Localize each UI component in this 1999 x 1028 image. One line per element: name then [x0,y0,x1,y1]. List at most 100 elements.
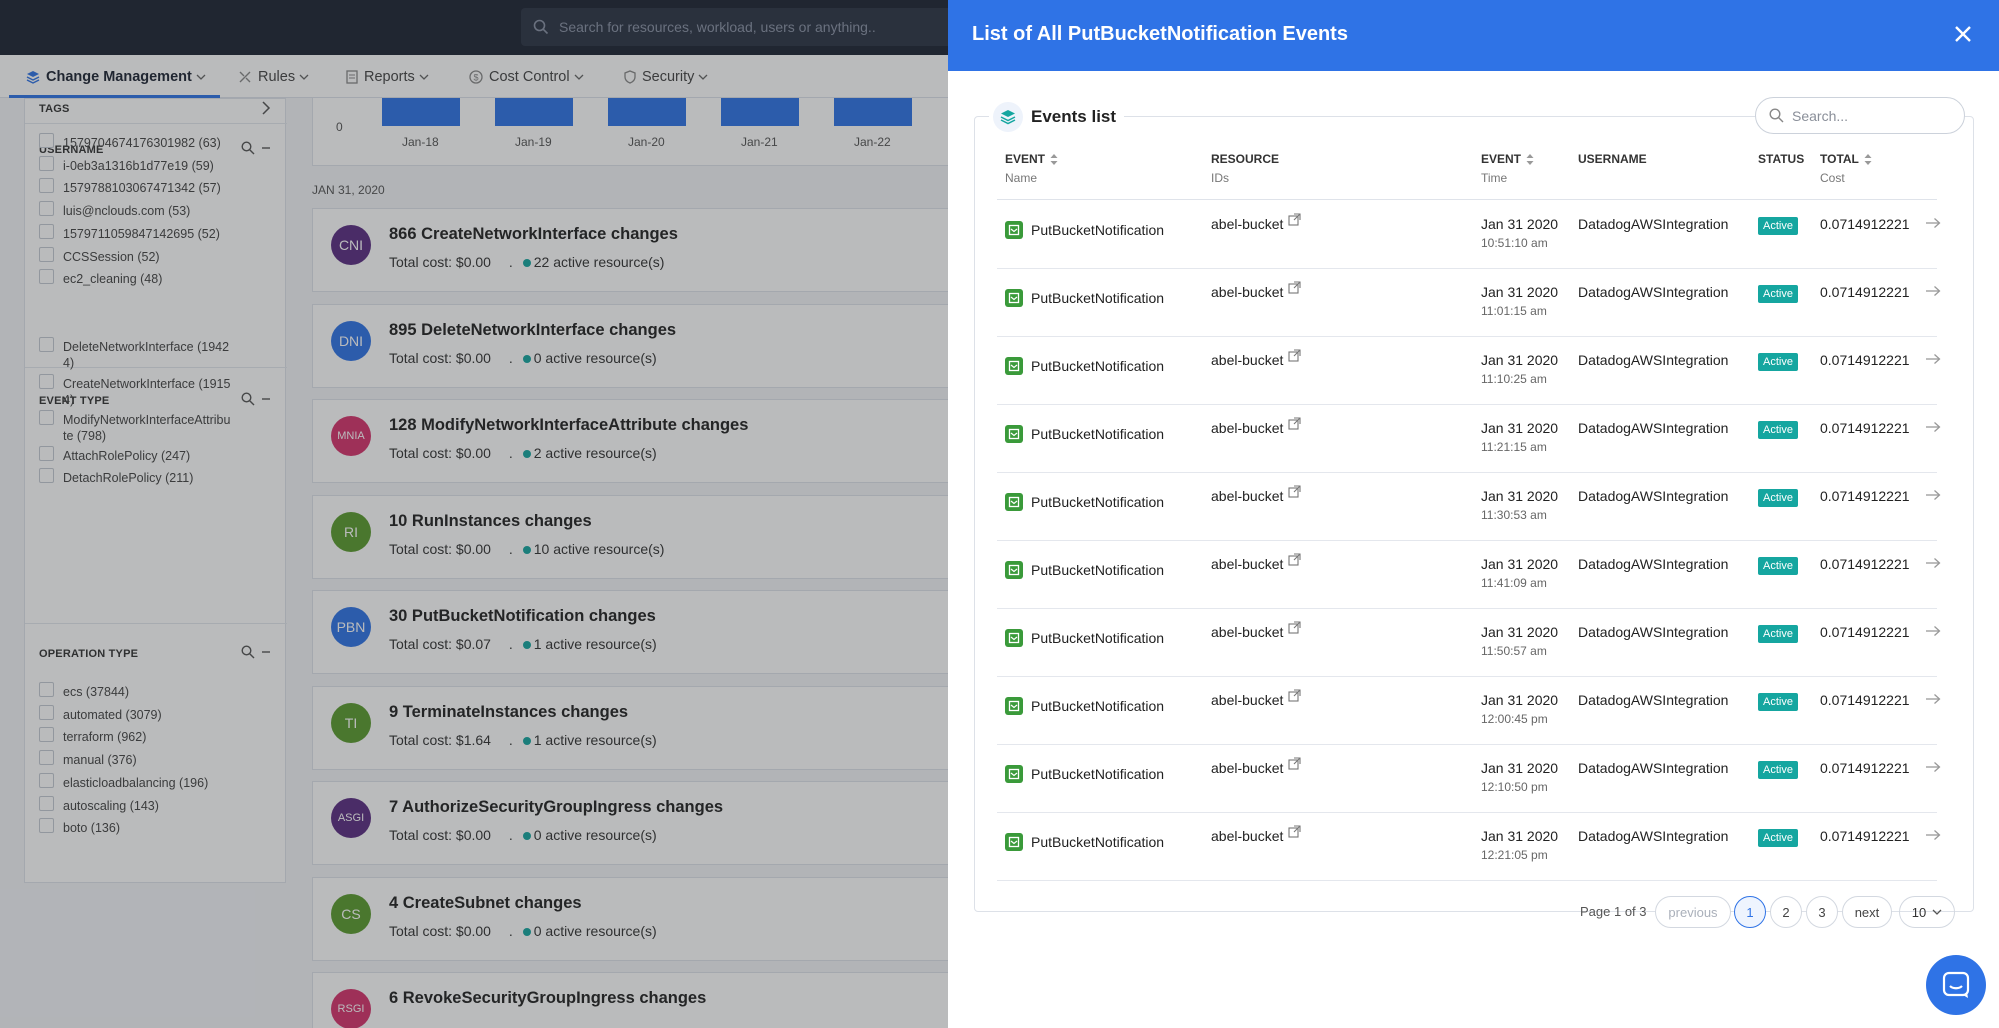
username-cell: DatadogAWSIntegration [1578,556,1729,572]
resource-id: abel-bucket [1211,216,1284,232]
sort-icon[interactable] [1526,153,1534,165]
status-badge: Active [1758,353,1798,371]
event-date: Jan 31 2020 [1481,284,1559,300]
arrow-right-icon[interactable] [1925,352,1941,370]
external-link-icon[interactable] [1288,281,1301,297]
external-link-icon[interactable] [1288,349,1301,365]
column-event-time[interactable]: EVENT Time [1481,152,1534,185]
arrow-right-icon[interactable] [1925,692,1941,710]
event-date: Jan 31 2020 [1481,216,1559,232]
panel-header: List of All PutBucketNotification Events [948,0,1999,71]
total-cost-cell: 0.0714912221 [1820,760,1910,776]
event-date: Jan 31 2020 [1481,828,1559,844]
column-title: EVENT [1481,152,1522,166]
s3-bucket-icon [1005,561,1023,579]
event-date: Jan 31 2020 [1481,420,1559,436]
resource-id: abel-bucket [1211,352,1284,368]
event-date: Jan 31 2020 [1481,692,1559,708]
events-search[interactable] [1755,97,1965,134]
column-subtitle: Time [1481,171,1508,185]
resource-cell: abel-bucket [1211,621,1301,640]
event-time-cell: Jan 31 2020 11:50:57 am [1481,624,1558,658]
chevron-down-icon [1932,909,1942,915]
arrow-right-icon[interactable] [1925,216,1941,234]
event-time-cell: Jan 31 2020 11:01:15 am [1481,284,1558,318]
resource-cell: abel-bucket [1211,485,1301,504]
page-size-value: 10 [1911,904,1927,920]
total-cost-cell: 0.0714912221 [1820,692,1910,708]
event-name-cell: PutBucketNotification [1005,765,1164,783]
username-cell: DatadogAWSIntegration [1578,420,1729,436]
arrow-right-icon[interactable] [1925,420,1941,438]
external-link-icon[interactable] [1288,417,1301,433]
page-button-3[interactable]: 3 [1806,896,1838,928]
pagination-info: Page 1 of 3 [1580,904,1647,919]
s3-bucket-icon [1005,833,1023,851]
arrow-right-icon[interactable] [1925,624,1941,642]
column-title: EVENT [1005,152,1046,166]
sort-icon[interactable] [1050,153,1058,165]
event-name: PutBucketNotification [1031,630,1165,646]
username-cell: DatadogAWSIntegration [1578,488,1729,504]
s3-bucket-icon [1005,221,1023,239]
username-cell: DatadogAWSIntegration [1578,692,1729,708]
event-name: PutBucketNotification [1031,834,1165,850]
chat-launcher-button[interactable] [1926,955,1986,1015]
external-link-icon[interactable] [1288,825,1301,841]
event-time-cell: Jan 31 2020 11:30:53 am [1481,488,1558,522]
table-row[interactable]: PutBucketNotification abel-bucket Jan 31 2… [997,813,1941,881]
external-link-icon[interactable] [1288,553,1301,569]
external-link-icon[interactable] [1288,485,1301,501]
table-row[interactable]: PutBucketNotification abel-bucket Jan 31 2… [997,201,1941,269]
external-link-icon[interactable] [1288,689,1301,705]
external-link-icon[interactable] [1288,213,1301,229]
arrow-right-icon[interactable] [1925,828,1941,846]
table-row[interactable]: PutBucketNotification abel-bucket Jan 31 2… [997,541,1941,609]
close-icon [1955,26,1971,42]
table-row[interactable]: PutBucketNotification abel-bucket Jan 31 2… [997,609,1941,677]
events-search-input[interactable] [1792,107,1952,124]
resource-cell: abel-bucket [1211,213,1301,232]
event-name-cell: PutBucketNotification [1005,629,1164,647]
previous-page-button[interactable]: previous [1655,896,1731,928]
event-date: Jan 31 2020 [1481,760,1559,776]
arrow-right-icon[interactable] [1925,760,1941,778]
event-time: 10:51:10 am [1481,236,1548,250]
resource-id: abel-bucket [1211,556,1284,572]
username-cell: DatadogAWSIntegration [1578,216,1729,232]
username-cell: DatadogAWSIntegration [1578,760,1729,776]
arrow-right-icon[interactable] [1925,556,1941,574]
event-name-cell: PutBucketNotification [1005,357,1164,375]
close-button[interactable] [1949,20,1977,48]
total-cost-cell: 0.0714912221 [1820,352,1910,368]
arrow-right-icon[interactable] [1925,284,1941,302]
total-cost-cell: 0.0714912221 [1820,420,1910,436]
table-row[interactable]: PutBucketNotification abel-bucket Jan 31 2… [997,337,1941,405]
external-link-icon[interactable] [1288,621,1301,637]
status-badge: Active [1758,217,1798,235]
chat-icon [1942,971,1970,998]
modal-backdrop[interactable] [0,0,948,1028]
external-link-icon[interactable] [1288,757,1301,773]
s3-bucket-icon [1005,425,1023,443]
username-cell: DatadogAWSIntegration [1578,624,1729,640]
table-row[interactable]: PutBucketNotification abel-bucket Jan 31 2… [997,405,1941,473]
column-total-cost[interactable]: TOTAL Cost [1820,152,1872,185]
table-row[interactable]: PutBucketNotification abel-bucket Jan 31 2… [997,677,1941,745]
table-row[interactable]: PutBucketNotification abel-bucket Jan 31 2… [997,473,1941,541]
column-event-name[interactable]: EVENT Name [1005,152,1058,185]
sort-icon[interactable] [1864,153,1872,165]
resource-cell: abel-bucket [1211,553,1301,572]
table-row[interactable]: PutBucketNotification abel-bucket Jan 31 2… [997,269,1941,337]
event-time: 11:21:15 am [1481,440,1547,454]
s3-bucket-icon [1005,765,1023,783]
next-page-button[interactable]: next [1842,896,1892,928]
resource-cell: abel-bucket [1211,281,1301,300]
page-button-2[interactable]: 2 [1770,896,1802,928]
status-badge: Active [1758,285,1798,303]
page-button-1[interactable]: 1 [1734,896,1766,928]
table-row[interactable]: PutBucketNotification abel-bucket Jan 31 2… [997,745,1941,813]
page-size-select[interactable]: 10 [1899,896,1955,928]
resource-cell: abel-bucket [1211,417,1301,436]
arrow-right-icon[interactable] [1925,488,1941,506]
